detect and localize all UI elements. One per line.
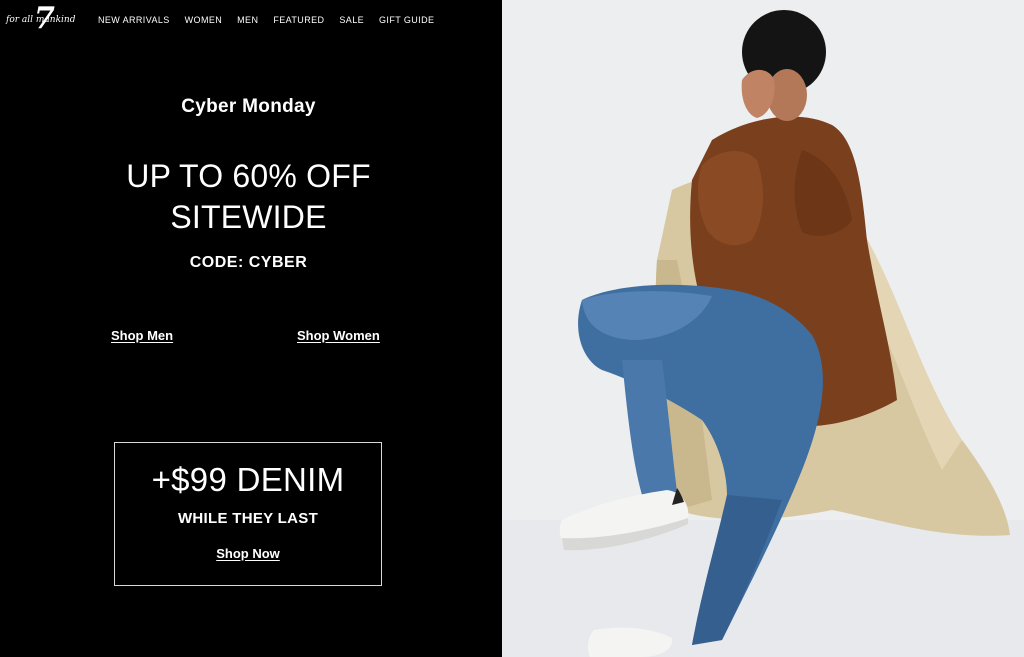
- headline-line-1: UP TO 60% OFF: [126, 158, 371, 194]
- promo-code: CODE: CYBER: [189, 254, 308, 271]
- denim-promo-title: +$99 DENIM: [151, 461, 345, 498]
- shop-now-link[interactable]: Shop Now: [115, 546, 381, 561]
- shop-men-link[interactable]: Shop Men: [111, 328, 173, 343]
- sale-eyebrow: Cyber Monday: [181, 96, 316, 117]
- sale-headline: UP TO 60% OFF SITEWIDE: [0, 156, 497, 238]
- nav-item-featured[interactable]: FEATURED: [273, 15, 324, 25]
- shop-women-link[interactable]: Shop Women: [297, 328, 380, 343]
- hero-image-panel[interactable]: [502, 0, 1024, 657]
- headline-line-2: SITEWIDE: [170, 199, 327, 235]
- main-nav: NEW ARRIVALS WOMEN MEN FEATURED SALE GIF…: [98, 15, 449, 25]
- site-header: for all mankind 7 NEW ARRIVALS WOMEN MEN…: [0, 0, 502, 42]
- denim-promo-subtitle: WHILE THEY LAST: [177, 510, 319, 527]
- nav-item-gift-guide[interactable]: GIFT GUIDE: [379, 15, 434, 25]
- promo-panel: for all mankind 7 NEW ARRIVALS WOMEN MEN…: [0, 0, 502, 657]
- denim-promo-box: +$99 DENIM WHILE THEY LAST Shop Now: [114, 442, 382, 586]
- nav-item-new-arrivals[interactable]: NEW ARRIVALS: [98, 15, 170, 25]
- logo-mark: 7: [34, 1, 55, 36]
- model-photo: [502, 0, 1024, 657]
- nav-item-men[interactable]: MEN: [237, 15, 258, 25]
- nav-item-women[interactable]: WOMEN: [185, 15, 223, 25]
- nav-item-sale[interactable]: SALE: [339, 15, 364, 25]
- brand-logo[interactable]: for all mankind 7: [6, 1, 75, 38]
